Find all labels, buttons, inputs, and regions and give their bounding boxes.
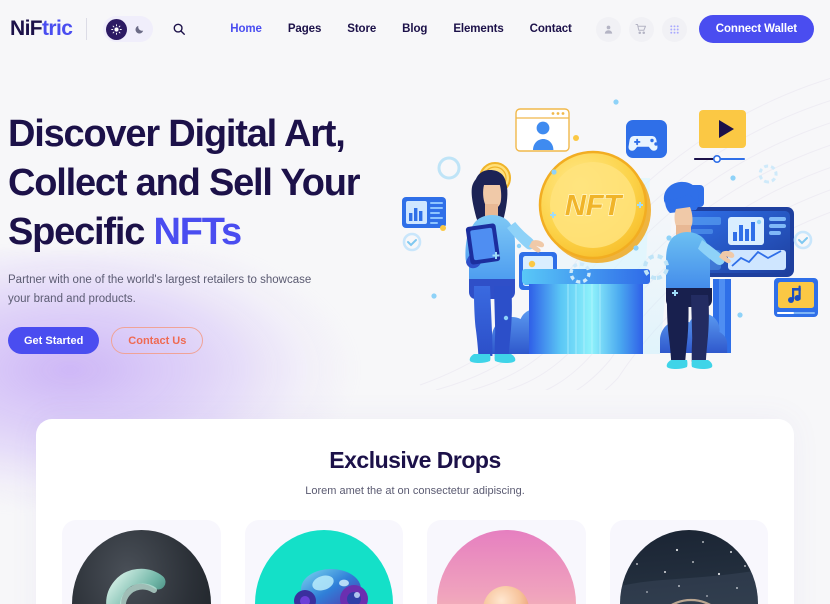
nft-thumbnail [437, 530, 576, 604]
logo-part-primary: NiF [10, 17, 43, 40]
shopping-cart-icon-glyph [635, 24, 647, 34]
moon-icon-glyph [135, 25, 144, 33]
pink-sunset-sphere-nft-art [483, 585, 529, 604]
main-navigation: Home Pages Store Blog Elements Contact [230, 23, 572, 35]
hero-heading-line-2: Collect and Sell Your [8, 162, 361, 204]
nft-card[interactable] [62, 520, 221, 604]
nft-coin-label: NFT [565, 190, 624, 222]
nav-item-elements[interactable]: Elements [453, 23, 503, 35]
site-logo[interactable]: NiFtric [10, 17, 73, 41]
section-subtitle: Lorem amet the at on consectetur adipisc… [305, 485, 525, 497]
search-icon-glyph [173, 23, 186, 35]
night-sky-rings-nft-art [619, 539, 758, 604]
site-header: NiFtric Home Pages Store Blog Elements C… [0, 0, 830, 58]
hero-heading: Discover Digital Art, Collect and Sell Y… [8, 110, 408, 257]
apps-grid-icon-glyph [670, 24, 679, 34]
theme-toggle[interactable] [103, 16, 154, 42]
hero-heading-accent: NFTs [153, 211, 243, 253]
hero-illustration: $ [388, 82, 824, 382]
search-icon[interactable] [167, 17, 191, 41]
nft-card-grid [36, 520, 794, 604]
connect-wallet-button[interactable]: Connect Wallet [698, 15, 814, 43]
nav-item-blog[interactable]: Blog [402, 23, 427, 35]
get-started-button[interactable]: Get Started [8, 327, 100, 354]
nft-card[interactable] [427, 520, 586, 604]
nav-item-home[interactable]: Home [230, 23, 262, 35]
profile-window-icon [515, 108, 570, 152]
section-title: Exclusive Drops [329, 447, 501, 473]
music-player-icon [774, 278, 818, 317]
user-account-icon-glyph [604, 25, 612, 34]
video-player-icon [694, 110, 746, 164]
nav-item-store[interactable]: Store [347, 23, 376, 35]
turquoise-creature-nft-art [293, 568, 368, 604]
nav-item-pages[interactable]: Pages [288, 23, 321, 35]
hero-section: Discover Digital Art, Collect and Sell Y… [8, 110, 408, 354]
nav-item-contact[interactable]: Contact [530, 23, 572, 35]
game-controller-icon [626, 120, 667, 158]
header-divider [86, 18, 88, 40]
nft-thumbnail [254, 530, 393, 604]
sun-icon-glyph [111, 23, 123, 35]
logo-part-accent: tric [42, 17, 73, 40]
hero-heading-line-1: Discover Digital Art, [8, 113, 346, 155]
exclusive-drops-panel: Exclusive Drops Lorem amet the at on con… [36, 419, 794, 604]
moon-icon[interactable] [129, 19, 150, 40]
user-account-icon[interactable] [595, 16, 621, 42]
header-icon-group [595, 16, 687, 42]
dark-teal-swirl-nft-art [106, 568, 166, 604]
chart-card-icon [402, 197, 446, 228]
nft-card[interactable] [609, 520, 768, 604]
hero-paragraph: Partner with one of the world's largest … [8, 274, 312, 305]
apps-grid-icon[interactable] [661, 16, 687, 42]
nft-thumbnail [619, 530, 758, 604]
nft-card[interactable] [244, 520, 403, 604]
nft-thumbnail [72, 530, 211, 604]
contact-us-button[interactable]: Contact Us [111, 327, 204, 354]
shopping-cart-icon[interactable] [628, 16, 654, 42]
nft-marketplace-illustration: $ [402, 99, 818, 369]
hero-button-group: Get Started Contact Us [8, 327, 408, 354]
sun-icon[interactable] [106, 18, 128, 40]
hero-heading-line-3: Specific [8, 211, 154, 253]
